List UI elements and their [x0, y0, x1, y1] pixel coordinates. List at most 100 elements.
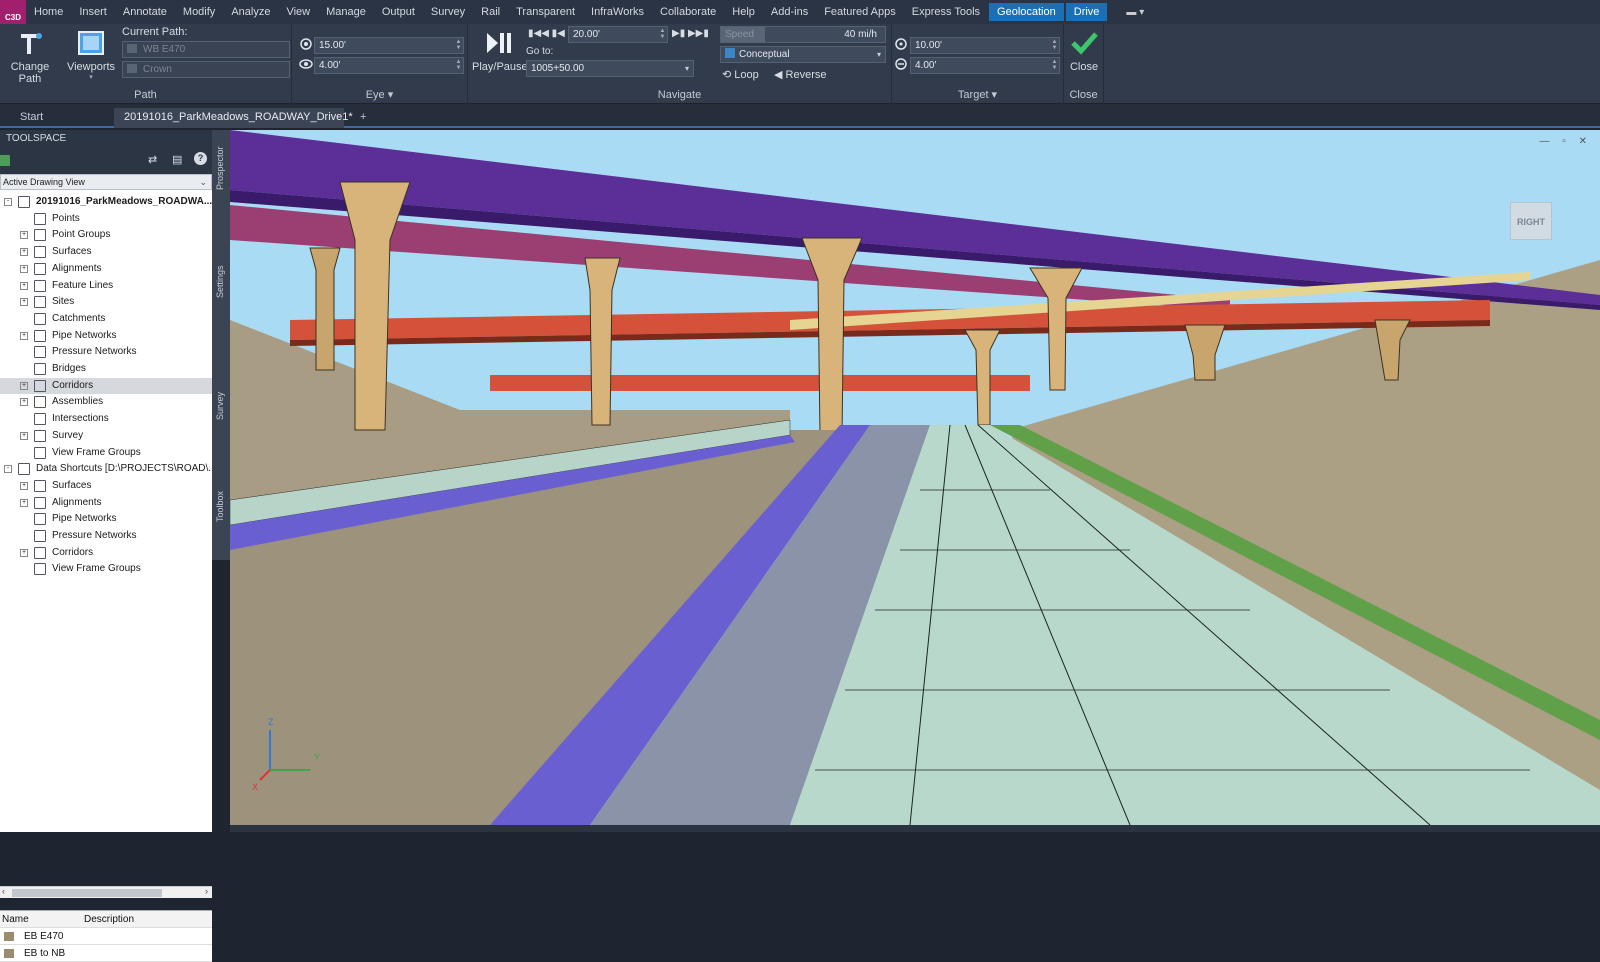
menu-transparent[interactable]: Transparent — [508, 0, 583, 24]
menu-help[interactable]: Help — [724, 0, 763, 24]
target-offset-spinner[interactable]: ▲ ▼ — [1051, 59, 1058, 72]
toolspace-list-icon[interactable]: ▤ — [172, 153, 182, 166]
tree-item[interactable]: Catchments — [0, 311, 212, 327]
tree-item[interactable]: Points — [0, 211, 212, 227]
eye-height-input[interactable]: 15.00' ▲ ▼ — [314, 37, 464, 54]
expand-icon[interactable]: + — [20, 498, 28, 507]
tree-item[interactable]: + Alignments — [0, 261, 212, 277]
tree-item[interactable]: - 20191016_ParkMeadows_ROADWA... — [0, 194, 212, 210]
toolspace-toggle-icon[interactable]: ⇄ — [148, 153, 157, 166]
viewports-dropdown-icon[interactable]: ▾ — [66, 73, 116, 81]
menu-add-ins[interactable]: Add-ins — [763, 0, 816, 24]
app-logo[interactable]: C3D — [0, 0, 26, 24]
expand-icon[interactable]: + — [20, 231, 28, 240]
tree-horizontal-scrollbar[interactable]: ‹ › — [0, 886, 212, 898]
tree-item[interactable]: Pressure Networks — [0, 344, 212, 360]
side-tab-settings[interactable]: Settings — [215, 265, 225, 298]
loop-button[interactable]: ⟲ Loop — [722, 68, 759, 81]
menu-insert[interactable]: Insert — [71, 0, 115, 24]
visual-style-dropdown[interactable]: Conceptual ▾ — [720, 46, 886, 63]
grid-header-description[interactable]: Description — [84, 911, 134, 928]
close-drive-button[interactable]: Close — [1066, 28, 1102, 73]
expand-icon[interactable]: + — [20, 264, 28, 273]
step-distance-input[interactable]: 20.00' ▲ ▼ — [568, 26, 668, 43]
path-selector[interactable]: WB E470 — [122, 41, 290, 58]
change-path-button[interactable]: Change Path — [2, 28, 58, 85]
new-tab-button[interactable]: + — [350, 108, 376, 128]
tree-item[interactable]: + Feature Lines — [0, 278, 212, 294]
scroll-right-icon[interactable]: › — [205, 886, 208, 896]
view-cube[interactable]: RIGHT — [1510, 202, 1552, 240]
menu-featured-apps[interactable]: Featured Apps — [816, 0, 904, 24]
step-back-icons[interactable]: ▮◀◀ ▮◀ — [528, 28, 565, 39]
grid-row[interactable]: EB to NB — [0, 945, 212, 962]
side-tab-toolbox[interactable]: Toolbox — [215, 491, 225, 522]
menu-output[interactable]: Output — [374, 0, 423, 24]
target-offset-input[interactable]: 4.00' ▲ ▼ — [910, 57, 1060, 74]
menu-manage[interactable]: Manage — [318, 0, 374, 24]
tree-item[interactable]: + Sites — [0, 294, 212, 310]
play-pause-button[interactable]: Play/Pause — [472, 28, 528, 73]
eye-panel-title[interactable]: Eye ▾ — [292, 88, 467, 101]
scroll-thumb[interactable] — [12, 889, 162, 897]
tree-item[interactable]: View Frame Groups — [0, 445, 212, 461]
goto-dropdown-icon[interactable]: ▾ — [685, 61, 689, 76]
menu-infraworks[interactable]: InfraWorks — [583, 0, 652, 24]
menu-modify[interactable]: Modify — [175, 0, 223, 24]
tree-item[interactable]: + Corridors — [0, 377, 212, 394]
tree-item[interactable]: + Assemblies — [0, 394, 212, 410]
target-panel-title[interactable]: Target ▾ — [892, 88, 1063, 101]
tree-item[interactable]: Intersections — [0, 411, 212, 427]
reverse-button[interactable]: ◀ Reverse — [774, 68, 827, 81]
drawing-view-selector[interactable]: Active Drawing View ⌄ — [0, 174, 212, 190]
expand-icon[interactable]: + — [20, 298, 28, 307]
tree-item[interactable]: + Surfaces — [0, 478, 212, 494]
menu-home[interactable]: Home — [26, 0, 71, 24]
tab-drawing-active[interactable]: 20191016_ParkMeadows_ROADWAY_Drive1* ✕ — [114, 108, 353, 141]
collapse-icon[interactable]: - — [4, 465, 12, 474]
menu-collaborate[interactable]: Collaborate — [652, 0, 724, 24]
tree-item[interactable]: + Survey — [0, 428, 212, 444]
tree-item[interactable]: + Point Groups — [0, 227, 212, 243]
expand-icon[interactable]: + — [20, 248, 28, 257]
expand-icon[interactable]: + — [20, 331, 28, 340]
workspace-switch-icon[interactable]: ▬ ▾ — [1126, 7, 1144, 18]
viewport-window-controls[interactable]: — ▫ ✕ — [1540, 136, 1592, 147]
profile-selector[interactable]: Crown — [122, 61, 290, 78]
grid-row[interactable]: EB E470 — [0, 928, 212, 945]
expand-icon[interactable]: + — [20, 481, 28, 490]
tree-item[interactable]: + Pipe Networks — [0, 328, 212, 344]
eye-height-spinner[interactable]: ▲ ▼ — [455, 39, 462, 52]
tree-item[interactable]: Bridges — [0, 361, 212, 377]
toolspace-grip-icon[interactable] — [0, 155, 10, 166]
expand-icon[interactable]: + — [20, 381, 28, 390]
tree-item[interactable]: Pressure Networks — [0, 528, 212, 544]
eye-offset-input[interactable]: 4.00' ▲ ▼ — [314, 57, 464, 74]
tree-item[interactable]: View Frame Groups — [0, 561, 212, 577]
tree-item[interactable]: + Alignments — [0, 495, 212, 511]
side-tab-prospector[interactable]: Prospector — [215, 146, 225, 190]
menu-geolocation[interactable]: Geolocation — [989, 3, 1064, 21]
help-icon[interactable]: ? — [194, 152, 207, 165]
menu-annotate[interactable]: Annotate — [115, 0, 175, 24]
tab-start[interactable]: Start — [10, 108, 53, 128]
goto-station-input[interactable]: 1005+50.00 ▾ — [526, 60, 694, 77]
drawing-viewport[interactable]: Z Y X — ▫ ✕ RIGHT — [230, 130, 1600, 825]
expand-icon[interactable]: + — [20, 548, 28, 557]
menu-drive[interactable]: Drive — [1065, 3, 1108, 21]
eye-offset-spinner[interactable]: ▲ ▼ — [455, 59, 462, 72]
tree-item[interactable]: + Corridors — [0, 545, 212, 561]
step-distance-spinner[interactable]: ▲ ▼ — [659, 28, 666, 41]
menu-rail[interactable]: Rail — [473, 0, 508, 24]
tree-item[interactable]: Pipe Networks — [0, 511, 212, 527]
menu-survey[interactable]: Survey — [423, 0, 473, 24]
target-distance-spinner[interactable]: ▲ ▼ — [1051, 39, 1058, 52]
tree-item[interactable]: - Data Shortcuts [D:\PROJECTS\ROAD\... — [0, 461, 217, 477]
viewports-button[interactable]: Viewports ▾ — [66, 28, 116, 81]
grid-header-name[interactable]: Name — [2, 911, 29, 928]
menu-analyze[interactable]: Analyze — [223, 0, 278, 24]
collapse-icon[interactable]: - — [4, 198, 12, 206]
menu-view[interactable]: View — [278, 0, 318, 24]
speed-slider[interactable]: Speed 40 mi/h — [720, 26, 886, 43]
step-forward-icons[interactable]: ▶▮ ▶▶▮ — [672, 28, 709, 39]
